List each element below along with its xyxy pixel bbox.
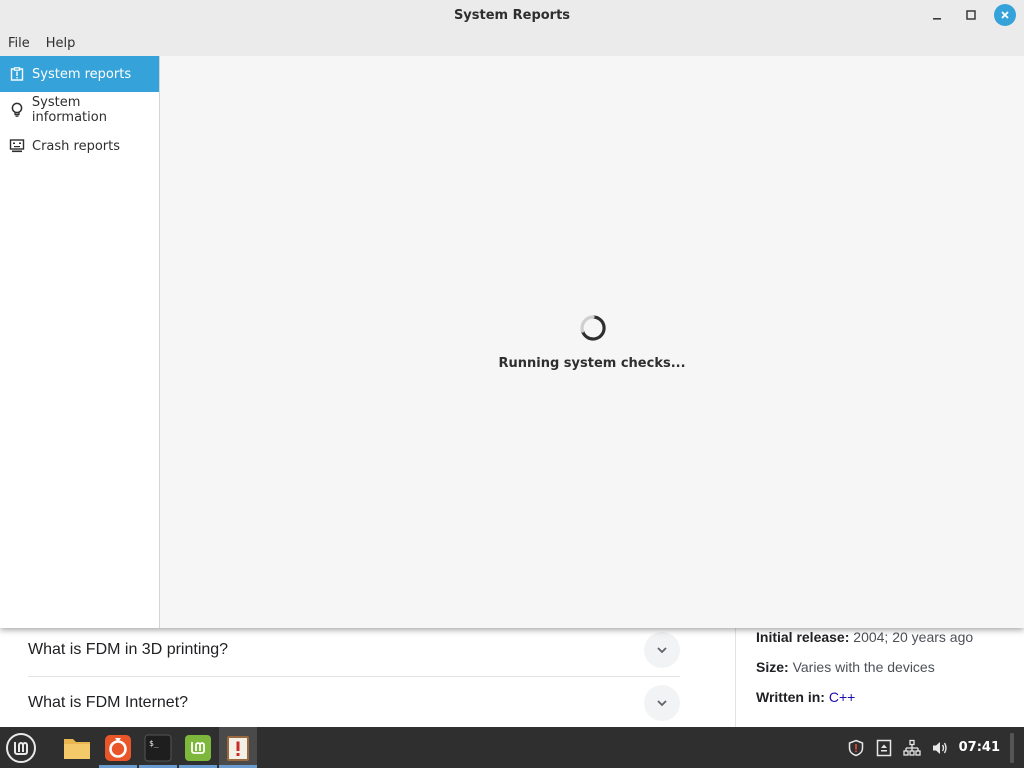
chevron-down-icon[interactable] (644, 684, 680, 721)
loading-spinner-icon (580, 315, 606, 341)
info-initial-release: Initial release: 2004; 20 years ago (756, 629, 974, 645)
menu-help[interactable]: Help (46, 36, 76, 51)
show-desktop-button[interactable] (1010, 732, 1014, 763)
sidebar-item-crash-reports[interactable]: Crash reports (0, 128, 159, 164)
menu-file[interactable]: File (8, 36, 30, 51)
files-icon[interactable] (58, 727, 96, 768)
sidebar-item-system-information[interactable]: System information (0, 92, 159, 128)
network-icon[interactable] (902, 739, 921, 757)
system-tray: 07:41 (847, 727, 1024, 768)
mintupdate-icon[interactable] (179, 727, 217, 768)
sidebar-item-label: Crash reports (32, 138, 121, 154)
titlebar[interactable]: System Reports (0, 0, 1024, 30)
close-button[interactable] (994, 4, 1016, 26)
update-icon[interactable] (875, 739, 893, 757)
sidebar: System reports System information Crash … (0, 56, 160, 628)
clock[interactable]: 07:41 (959, 740, 1000, 755)
info-written-in: Written in: C++ (756, 689, 856, 705)
faq-item[interactable]: What is FDM in 3D printing? (28, 624, 680, 676)
menu-icon[interactable] (4, 731, 38, 765)
shield-icon[interactable] (847, 739, 865, 757)
sidebar-item-system-reports[interactable]: System reports (0, 56, 159, 92)
taskbar: $_ 07:41 (0, 727, 1024, 768)
main-content: Running system checks... (160, 56, 1024, 628)
terminal-icon[interactable]: $_ (139, 727, 177, 768)
sidebar-item-label: System information (31, 95, 107, 125)
info-panel: Initial release: 2004; 20 years ago Size… (735, 628, 1024, 727)
written-in-link[interactable]: C++ (829, 689, 855, 705)
status-text: Running system checks... (498, 356, 686, 371)
close-icon (1001, 11, 1009, 19)
lightbulb-icon (9, 102, 25, 118)
system-reports-window: System Reports File Help System reports … (0, 0, 1024, 628)
maximize-button[interactable] (960, 4, 982, 26)
firefox-icon[interactable] (99, 727, 137, 768)
chevron-down-icon[interactable] (644, 632, 680, 668)
info-size: Size: Varies with the devices (756, 659, 935, 675)
minimize-button[interactable] (926, 4, 948, 26)
window-controls (926, 4, 1016, 26)
report-icon (9, 66, 25, 82)
faq-question: What is FDM Internet? (28, 693, 189, 711)
window-title: System Reports (453, 7, 571, 23)
system-reports-icon[interactable] (219, 727, 257, 768)
svg-text:$_: $_ (149, 739, 159, 748)
volume-icon[interactable] (931, 739, 949, 757)
sidebar-item-label: System reports (32, 66, 132, 82)
faq-question: What is FDM in 3D printing? (28, 641, 229, 658)
faq-item[interactable]: What is FDM Internet? (28, 676, 680, 728)
menubar: File Help (0, 30, 1024, 56)
crash-monitor-icon (9, 138, 25, 154)
